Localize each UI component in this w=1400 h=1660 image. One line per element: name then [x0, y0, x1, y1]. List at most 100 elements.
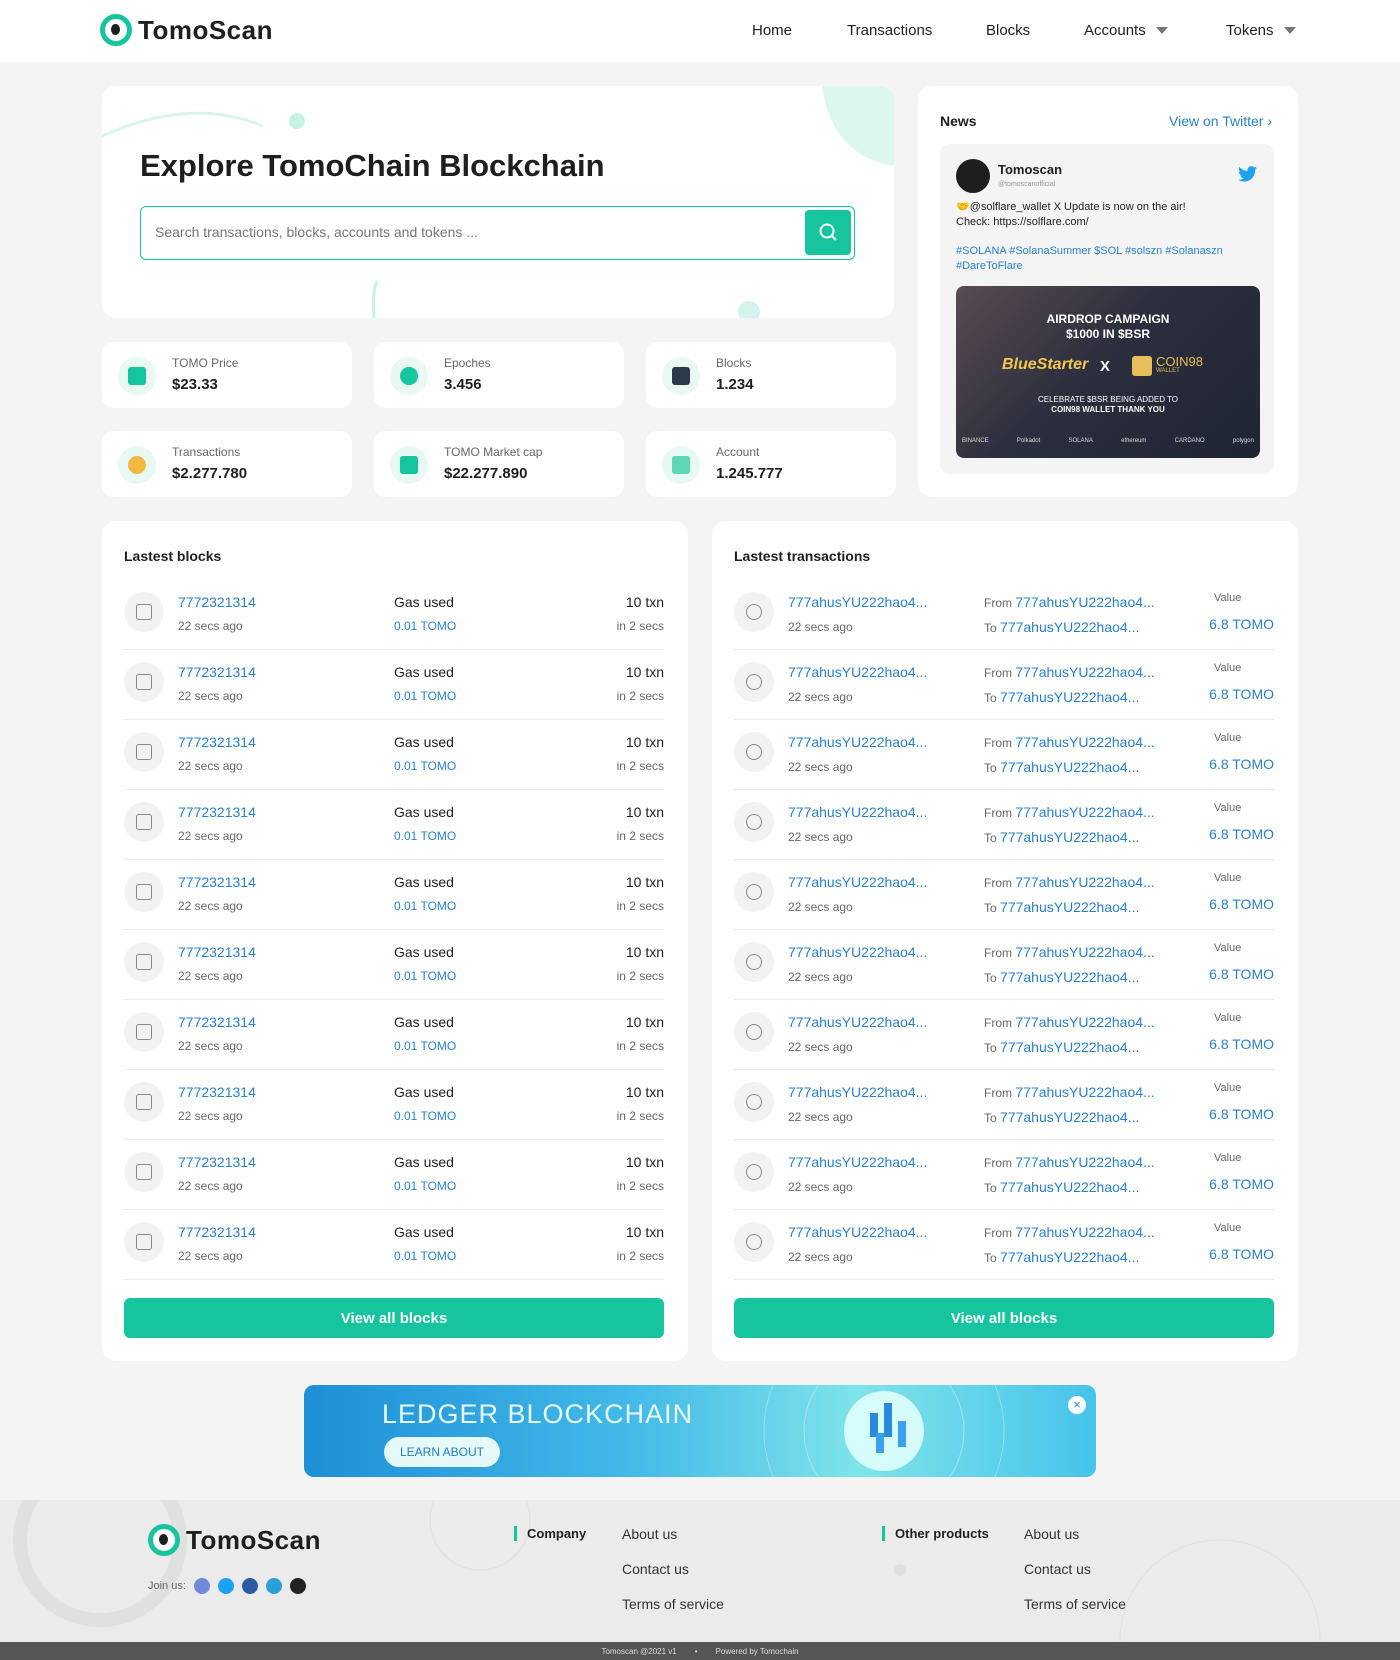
block-number-link[interactable]: 7772321314	[178, 1154, 256, 1170]
block-row: 7772321314 22 secs ago Gas used 0.01 TOMO 10…	[124, 580, 664, 650]
value-label: Value	[1214, 662, 1242, 674]
value-label: Value	[1214, 732, 1242, 744]
tx-value: 6.8 TOMO	[1209, 966, 1274, 982]
footer-company-terms[interactable]: Terms of service	[622, 1596, 724, 1612]
gas-used-value[interactable]: 0.01 TOMO	[394, 829, 456, 843]
from-address-link[interactable]: 777ahusYU222hao4...	[1015, 1224, 1154, 1240]
search-button[interactable]	[805, 210, 851, 255]
block-number-link[interactable]: 7772321314	[178, 1084, 256, 1100]
to-address-link[interactable]: 777ahusYU222hao4...	[1000, 899, 1139, 915]
tx-hash-link[interactable]: 777ahusYU222hao4...	[788, 1014, 927, 1030]
discord-icon[interactable]	[193, 1578, 210, 1594]
tx-from: From 777ahusYU222hao4...	[984, 1154, 1155, 1170]
footer-logo[interactable]: TomoScan	[148, 1524, 321, 1556]
block-number-link[interactable]: 7772321314	[178, 1224, 256, 1240]
from-address-link[interactable]: 777ahusYU222hao4...	[1015, 1014, 1154, 1030]
block-number-link[interactable]: 7772321314	[178, 804, 256, 820]
tx-hash-link[interactable]: 777ahusYU222hao4...	[788, 874, 927, 890]
tx-hash-link[interactable]: 777ahusYU222hao4...	[788, 664, 927, 680]
block-number-link[interactable]: 7772321314	[178, 664, 256, 680]
tx-from: From 777ahusYU222hao4...	[984, 874, 1155, 890]
block-number-link[interactable]: 7772321314	[178, 1014, 256, 1030]
tx-hash-link[interactable]: 777ahusYU222hao4...	[788, 1154, 927, 1170]
logo[interactable]: TomoScan	[100, 14, 273, 46]
nav-transactions[interactable]: Transactions	[847, 22, 932, 39]
from-address-link[interactable]: 777ahusYU222hao4...	[1015, 944, 1154, 960]
to-address-link[interactable]: 777ahusYU222hao4...	[1000, 1109, 1139, 1125]
from-address-link[interactable]: 777ahusYU222hao4...	[1015, 1084, 1154, 1100]
footer-company-contact[interactable]: Contact us	[622, 1561, 689, 1577]
tweet-card[interactable]: Tomoscan @tomoscanofficial 🤝@solflare_wa…	[940, 144, 1274, 474]
view-on-twitter-link[interactable]: View on Twitter ›	[1169, 113, 1272, 129]
to-address-link[interactable]: 777ahusYU222hao4...	[1000, 1039, 1139, 1055]
facebook-icon[interactable]	[241, 1578, 258, 1594]
ledger-banner[interactable]: LEDGER BLOCKCHAIN LEARN ABOUT ×	[304, 1385, 1096, 1477]
gas-used-value[interactable]: 0.01 TOMO	[394, 1109, 456, 1123]
close-icon[interactable]: ×	[1068, 1396, 1086, 1414]
tx-hash-link[interactable]: 777ahusYU222hao4...	[788, 594, 927, 610]
to-address-link[interactable]: 777ahusYU222hao4...	[1000, 759, 1139, 775]
block-row: 7772321314 22 secs ago Gas used 0.01 TOMO 10…	[124, 1000, 664, 1070]
tweet-hashtags[interactable]: #SOLANA #SolanaSummer $SOL #solszn #Sola…	[956, 244, 1256, 274]
powered-by-text: Powered by Tomochain	[715, 1646, 799, 1656]
to-label: To	[984, 901, 997, 915]
from-address-link[interactable]: 777ahusYU222hao4...	[1015, 594, 1154, 610]
gas-used-value[interactable]: 0.01 TOMO	[394, 1249, 456, 1263]
block-number-link[interactable]: 7772321314	[178, 944, 256, 960]
tx-hash-link[interactable]: 777ahusYU222hao4...	[788, 1224, 927, 1240]
gas-used-value[interactable]: 0.01 TOMO	[394, 899, 456, 913]
to-address-link[interactable]: 777ahusYU222hao4...	[1000, 1249, 1139, 1265]
tx-hash-link[interactable]: 777ahusYU222hao4...	[788, 1084, 927, 1100]
swap-icon	[734, 1152, 774, 1192]
search-box	[140, 206, 855, 260]
to-label: To	[984, 971, 997, 985]
to-address-link[interactable]: 777ahusYU222hao4...	[1000, 689, 1139, 705]
tx-hash-link[interactable]: 777ahusYU222hao4...	[788, 734, 927, 750]
gas-used-value[interactable]: 0.01 TOMO	[394, 1039, 456, 1053]
nav-blocks[interactable]: Blocks	[986, 22, 1030, 39]
twitter-icon[interactable]	[217, 1578, 234, 1594]
from-address-link[interactable]: 777ahusYU222hao4...	[1015, 734, 1154, 750]
to-label: To	[984, 1111, 997, 1125]
to-address-link[interactable]: 777ahusYU222hao4...	[1000, 619, 1139, 635]
to-address-link[interactable]: 777ahusYU222hao4...	[1000, 829, 1139, 845]
block-number-link[interactable]: 7772321314	[178, 734, 256, 750]
block-number-link[interactable]: 7772321314	[178, 594, 256, 610]
nav-home[interactable]: Home	[752, 22, 792, 39]
telegram-icon[interactable]	[265, 1578, 282, 1594]
logo-text: TomoScan	[138, 14, 273, 45]
copyright-bar: Tomoscan @2021 v1 • Powered by Tomochain	[0, 1642, 1400, 1660]
view-all-blocks-button[interactable]: View all blocks	[124, 1298, 664, 1338]
tx-age: 22 secs ago	[788, 1180, 853, 1194]
search-input[interactable]	[155, 207, 775, 257]
learn-about-button[interactable]: LEARN ABOUT	[384, 1437, 500, 1467]
gas-used-value[interactable]: 0.01 TOMO	[394, 969, 456, 983]
github-icon[interactable]	[289, 1578, 306, 1594]
footer-other-about[interactable]: About us	[1024, 1526, 1079, 1542]
footer-other-contact[interactable]: Contact us	[1024, 1561, 1091, 1577]
tx-hash-link[interactable]: 777ahusYU222hao4...	[788, 804, 927, 820]
gas-used-value[interactable]: 0.01 TOMO	[394, 759, 456, 773]
nav-accounts[interactable]: Accounts	[1084, 22, 1168, 39]
from-address-link[interactable]: 777ahusYU222hao4...	[1015, 664, 1154, 680]
from-address-link[interactable]: 777ahusYU222hao4...	[1015, 804, 1154, 820]
view-all-transactions-button[interactable]: View all blocks	[734, 1298, 1274, 1338]
from-address-link[interactable]: 777ahusYU222hao4...	[1015, 1154, 1154, 1170]
from-label: From	[984, 736, 1012, 750]
gas-used-value[interactable]: 0.01 TOMO	[394, 689, 456, 703]
from-label: From	[984, 946, 1012, 960]
tomoscan-logo-icon	[100, 14, 132, 46]
from-address-link[interactable]: 777ahusYU222hao4...	[1015, 874, 1154, 890]
footer-company-about[interactable]: About us	[622, 1526, 677, 1542]
to-address-link[interactable]: 777ahusYU222hao4...	[1000, 1179, 1139, 1195]
block-number-link[interactable]: 7772321314	[178, 874, 256, 890]
tx-from: From 777ahusYU222hao4...	[984, 944, 1155, 960]
to-address-link[interactable]: 777ahusYU222hao4...	[1000, 969, 1139, 985]
tweet-image[interactable]: AIRDROP CAMPAIGN $1000 IN $BSR BlueStart…	[956, 286, 1260, 458]
gas-used-value[interactable]: 0.01 TOMO	[394, 619, 456, 633]
stat-label: TOMO Price	[172, 356, 239, 370]
tx-hash-link[interactable]: 777ahusYU222hao4...	[788, 944, 927, 960]
footer-other-terms[interactable]: Terms of service	[1024, 1596, 1126, 1612]
nav-tokens[interactable]: Tokens	[1226, 22, 1296, 39]
gas-used-value[interactable]: 0.01 TOMO	[394, 1179, 456, 1193]
